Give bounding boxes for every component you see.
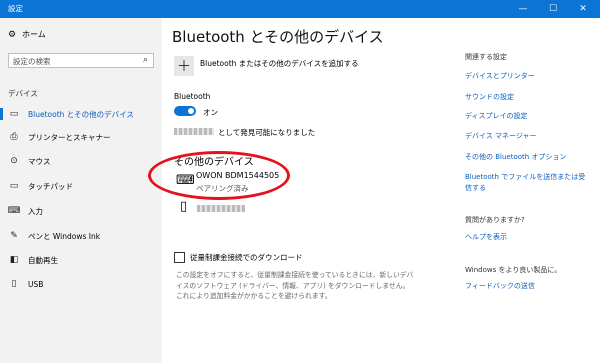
metered-label[interactable]: 従量制課金接続でのダウンロード [190,252,303,263]
sidebar-item-label: USB [28,279,44,289]
sidebar-item-mouse[interactable]: ⊙ マウス [0,152,162,170]
sidebar-item-printers[interactable]: ⎙ プリンターとスキャナー [0,128,162,146]
help-link[interactable]: ヘルプを表示 [465,232,507,242]
bluetooth-icon: ▭ [9,109,19,119]
phone-icon: ▯ [180,199,188,214]
pc-name-redacted [174,128,214,135]
minimize-button[interactable]: — [508,0,538,18]
add-device-button[interactable]: ＋ [174,56,194,76]
sidebar-item-label: タッチパッド [28,181,73,191]
sidebar-item-typing[interactable]: ⌨ 入力 [0,202,162,220]
sidebar-item-label: ペンと Windows Ink [28,231,101,241]
page-title: Bluetooth とその他のデバイス [172,28,384,46]
close-button[interactable]: ✕ [568,0,598,18]
pen-icon: ✎ [10,231,18,241]
plus-icon: ＋ [177,59,191,75]
search-placeholder: 設定の検索 [13,57,51,66]
autoplay-icon: ◧ [9,255,19,265]
search-input[interactable]: 設定の検索 ⌕ [8,53,154,68]
title-bar: 設定 — ☐ ✕ [0,0,600,18]
related-settings-heading: 関連する設定 [465,53,507,61]
printer-icon: ⎙ [10,132,18,142]
bluetooth-toggle[interactable] [174,106,196,116]
sidebar: ⚙ ホーム 設定の検索 ⌕ デバイス ▭ Bluetooth とその他のデバイス… [0,18,162,363]
link-bluetooth-file-transfer[interactable]: Bluetooth でファイルを送信または受信する [465,172,590,194]
sidebar-item-touchpad[interactable]: ▭ タッチパッド [0,177,162,195]
link-devices-printers[interactable]: デバイスとプリンター [465,71,535,81]
window-title: 設定 [8,4,23,13]
sidebar-item-pen[interactable]: ✎ ペンと Windows Ink [0,227,162,245]
home-link[interactable]: ⚙ ホーム [8,29,46,40]
touchpad-icon: ▭ [9,181,19,191]
metered-checkbox[interactable] [174,252,185,263]
add-device-label[interactable]: Bluetooth またはその他のデバイスを追加する [200,58,359,69]
improve-heading: Windows をより良い製品に。 [465,266,562,274]
sidebar-item-bluetooth[interactable]: ▭ Bluetooth とその他のデバイス [0,105,162,123]
sidebar-item-label: プリンターとスキャナー [28,132,111,142]
usb-icon: ▯ [11,279,17,289]
sidebar-item-autoplay[interactable]: ◧ 自動再生 [0,251,162,269]
bluetooth-label: Bluetooth [174,92,211,101]
home-label: ホーム [22,30,46,39]
highlight-circle [148,151,290,200]
maximize-button[interactable]: ☐ [538,0,568,18]
gear-icon: ⚙ [8,29,17,40]
link-sound-settings[interactable]: サウンドの設定 [465,92,514,102]
discoverable-text: として発見可能になりました [218,128,316,137]
sidebar-item-usb[interactable]: ▯ USB [0,275,162,293]
feedback-link[interactable]: フィードバックの送信 [465,281,535,291]
search-icon: ⌕ [142,55,148,65]
toggle-state: オン [203,108,218,117]
link-display-settings[interactable]: ディスプレイの設定 [465,111,528,121]
sidebar-section-heading: デバイス [8,89,38,98]
sidebar-item-label: マウス [28,156,51,166]
device-name-redacted[interactable] [197,205,245,212]
mouse-icon: ⊙ [10,156,18,166]
link-device-manager[interactable]: デバイス マネージャー [465,131,537,141]
sidebar-item-label: 自動再生 [28,255,58,265]
keyboard-icon: ⌨ [7,206,21,216]
link-more-bluetooth[interactable]: その他の Bluetooth オプション [465,152,566,162]
sidebar-item-label: 入力 [28,206,43,216]
questions-heading: 質問がありますか? [465,216,525,224]
metered-description: この設定をオフにすると、従量制課金接続を使っているときには、新しいデバイスのソフ… [176,271,414,300]
sidebar-item-label: Bluetooth とその他のデバイス [28,109,134,119]
